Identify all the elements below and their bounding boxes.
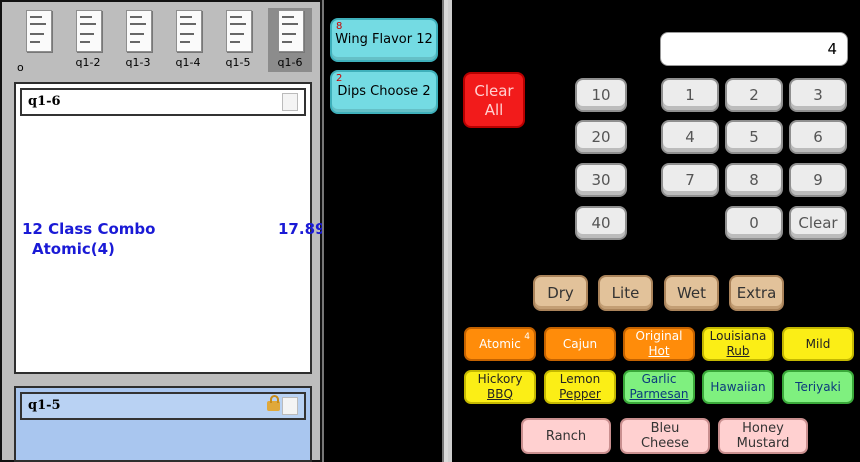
ticket-thumbnail-1[interactable]	[16, 8, 60, 72]
document-icon	[282, 397, 298, 415]
flavor-label-line1: Louisiana	[709, 329, 767, 343]
dip-ranch-button[interactable]: Ranch	[521, 418, 611, 454]
lock-icon	[267, 395, 280, 411]
flavor-garlic-parmesan-button[interactable]: Garlic Parmesan	[623, 370, 695, 404]
digit-1-button[interactable]: 1	[661, 78, 719, 112]
category-column: 8 Wing Flavor 12 2 Dips Choose 2	[322, 0, 444, 462]
flavor-hawaiian-button[interactable]: Hawaiian	[702, 370, 774, 404]
ticket-thumbnail-q1-5[interactable]: q1-5	[216, 8, 260, 72]
flavor-label-line1: Hickory	[477, 372, 523, 386]
category-label: Wing Flavor 12	[335, 32, 433, 47]
flavor-label-line1: Lemon	[559, 372, 601, 386]
sauce-dry-button[interactable]: Dry	[533, 275, 588, 311]
flavor-label: Cajun	[562, 336, 598, 351]
clear-all-label-line1: Clear	[474, 82, 514, 100]
order-item-name[interactable]: 12 Class Combo	[22, 220, 155, 238]
thumbnail-label: q1-4	[175, 56, 201, 69]
quick-quantity-10-button[interactable]: 10	[575, 78, 627, 112]
flavor-label-line1: Original	[635, 329, 683, 343]
ticket-title: q1-5	[28, 398, 61, 413]
digit-3-button[interactable]: 3	[789, 78, 847, 112]
flavor-label: Teriyaki	[795, 379, 841, 394]
document-icon	[176, 10, 202, 52]
order-item-modifier[interactable]: Atomic(4)	[32, 240, 115, 258]
thumbnail-label: q1-2	[75, 56, 101, 69]
flavor-original-hot-button[interactable]: Original Hot	[623, 327, 695, 361]
dip-bleu-cheese-button[interactable]: Bleu Cheese	[620, 418, 710, 454]
digit-8-button[interactable]: 8	[725, 163, 783, 197]
document-icon	[226, 10, 252, 52]
flavor-hickory-bbq-button[interactable]: Hickory BBQ	[464, 370, 536, 404]
dip-label-line2: Cheese	[640, 436, 690, 451]
order-item-price: 17.89	[278, 220, 326, 238]
thumbnail-label: q1-5	[225, 56, 251, 69]
flavor-label-line1: Garlic	[641, 372, 677, 386]
flavor-label-line2: Parmesan	[629, 387, 689, 401]
clear-all-label-line2: All	[484, 101, 504, 119]
flavor-label: Mild	[805, 336, 831, 351]
digit-4-button[interactable]: 4	[661, 120, 719, 154]
flavor-label: Hawaiian	[710, 379, 766, 394]
ticket-title: q1-6	[28, 94, 61, 109]
ticket-thumbnail-q1-2[interactable]: q1-2	[66, 8, 110, 72]
ticket-thumbnail-strip: o q1-2 q1-3 q1-4 q1-5 q1-6	[14, 8, 314, 74]
document-icon	[26, 10, 52, 52]
dip-label-line2: Mustard	[736, 436, 790, 451]
ticket-header: q1-6	[20, 88, 306, 116]
flavor-label-line2: Hot	[648, 344, 670, 358]
flavor-label: Atomic	[479, 336, 521, 351]
sauce-extra-button[interactable]: Extra	[729, 275, 784, 311]
ticket-header: q1-5	[20, 392, 306, 420]
document-icon	[282, 93, 298, 111]
flavor-count: 4	[524, 332, 530, 342]
digit-0-button[interactable]: 0	[725, 206, 783, 240]
flavor-mild-button[interactable]: Mild	[782, 327, 854, 361]
flavor-cajun-button[interactable]: Cajun	[544, 327, 616, 361]
category-count: 2	[336, 73, 343, 84]
flavor-label-line2: Pepper	[559, 387, 601, 401]
open-ticket[interactable]: q1-6 12 Class Combo 17.89 Atomic(4)	[14, 82, 325, 374]
ticket-thumbnail-q1-4[interactable]: q1-4	[166, 8, 210, 72]
dip-label-line1: Honey	[742, 421, 784, 436]
flavor-louisiana-rub-button[interactable]: Louisiana Rub	[702, 327, 774, 361]
flavor-label-line2: Rub	[726, 344, 750, 358]
flavor-teriyaki-button[interactable]: Teriyaki	[782, 370, 854, 404]
category-dips-button[interactable]: 2 Dips Choose 2	[330, 70, 438, 114]
document-icon	[278, 10, 304, 52]
ticket-thumbnail-q1-6[interactable]: q1-6	[268, 8, 312, 72]
dip-honey-mustard-button[interactable]: Honey Mustard	[718, 418, 808, 454]
clear-all-button[interactable]: Clear All	[463, 72, 525, 128]
dip-label: Ranch	[545, 428, 587, 444]
category-label: Dips Choose 2	[337, 84, 431, 99]
digit-7-button[interactable]: 7	[661, 163, 719, 197]
digit-2-button[interactable]: 2	[725, 78, 783, 112]
clear-button[interactable]: Clear	[789, 206, 847, 240]
digit-5-button[interactable]: 5	[725, 120, 783, 154]
quick-quantity-40-button[interactable]: 40	[575, 206, 627, 240]
quick-quantity-20-button[interactable]: 20	[575, 120, 627, 154]
thumbnail-label: q1-6	[277, 56, 303, 69]
document-icon	[76, 10, 102, 52]
flavor-label-line2: BBQ	[487, 387, 513, 401]
sauce-wet-button[interactable]: Wet	[664, 275, 719, 311]
category-count: 8	[336, 21, 343, 32]
ticket-thumbnail-q1-3[interactable]: q1-3	[116, 8, 160, 72]
quantity-display: 4	[660, 32, 848, 66]
dip-label-line1: Bleu	[650, 421, 680, 436]
document-icon	[126, 10, 152, 52]
sauce-lite-button[interactable]: Lite	[598, 275, 653, 311]
category-wing-flavor-button[interactable]: 8 Wing Flavor 12	[330, 18, 438, 62]
quick-quantity-30-button[interactable]: 30	[575, 163, 627, 197]
flavor-atomic-button[interactable]: 4 Atomic	[464, 327, 536, 361]
flavor-lemon-pepper-button[interactable]: Lemon Pepper	[544, 370, 616, 404]
thumbnail-label: q1-3	[125, 56, 151, 69]
digit-6-button[interactable]: 6	[789, 120, 847, 154]
digit-9-button[interactable]: 9	[789, 163, 847, 197]
locked-ticket[interactable]: q1-5	[14, 386, 312, 462]
